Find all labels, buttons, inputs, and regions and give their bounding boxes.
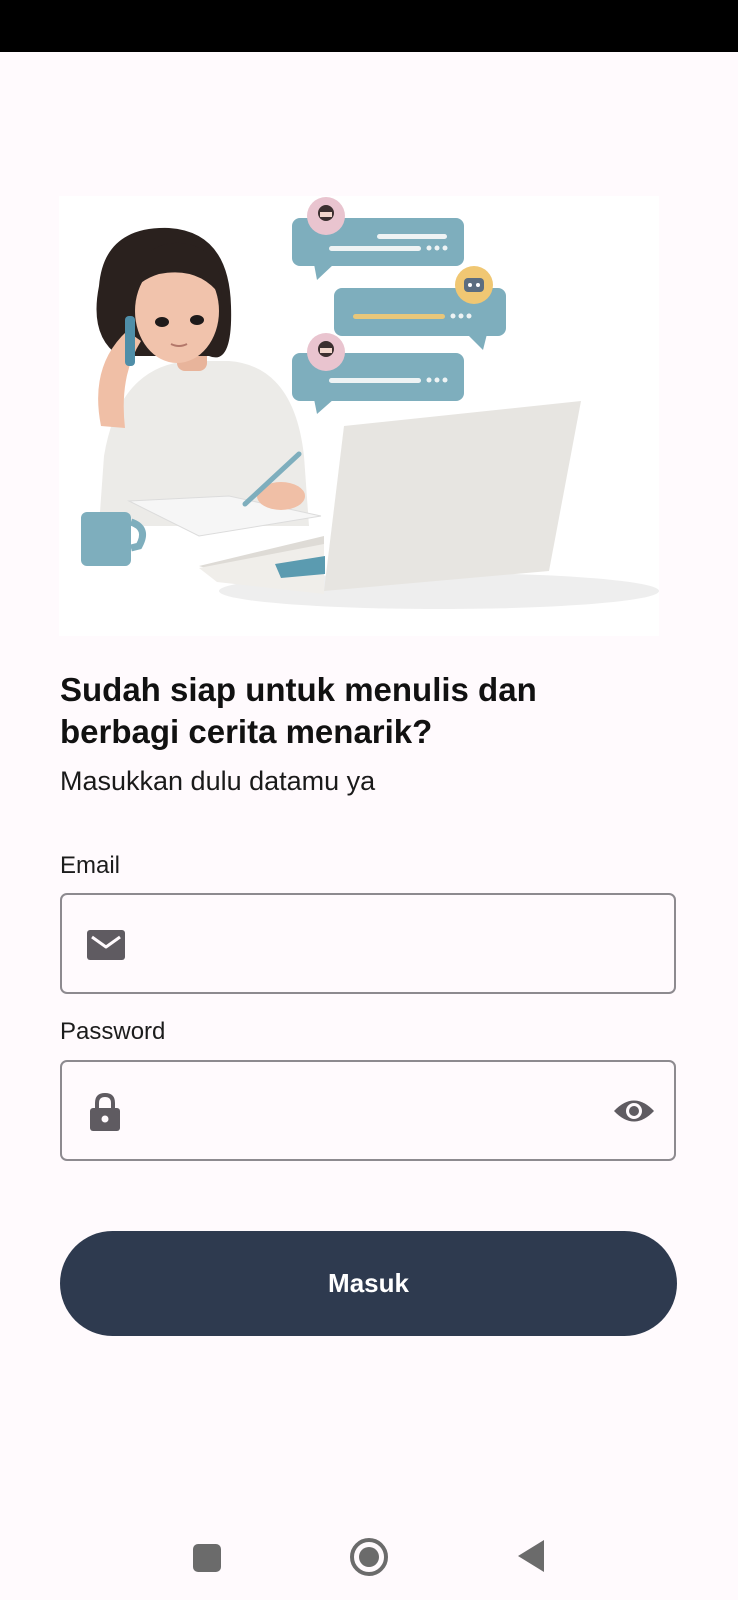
chat-bubble-icon <box>292 197 464 280</box>
email-label: Email <box>60 852 121 879</box>
password-field[interactable] <box>60 1060 676 1161</box>
eye-icon[interactable] <box>612 1096 656 1131</box>
email-field[interactable] <box>60 893 676 994</box>
page-title: Sudah siap untuk menulis dan berbagi cer… <box>60 671 537 750</box>
navigation-bar <box>0 1510 738 1600</box>
login-button[interactable]: Masuk <box>60 1231 677 1336</box>
recents-square-icon[interactable] <box>192 1543 222 1578</box>
back-triangle-icon[interactable] <box>516 1539 546 1578</box>
home-circle-icon[interactable] <box>349 1537 389 1582</box>
chat-bubble-icon <box>334 266 506 350</box>
chat-bubble-icon <box>292 333 464 414</box>
password-input[interactable] <box>142 1062 586 1161</box>
status-bar <box>0 0 738 52</box>
lock-icon <box>89 1092 121 1137</box>
page-subtitle: Masukkan dulu datamu ya <box>60 766 376 796</box>
mail-icon <box>86 929 126 966</box>
email-input[interactable] <box>142 895 586 994</box>
password-label: Password <box>60 1018 166 1045</box>
hero-illustration <box>59 196 659 636</box>
